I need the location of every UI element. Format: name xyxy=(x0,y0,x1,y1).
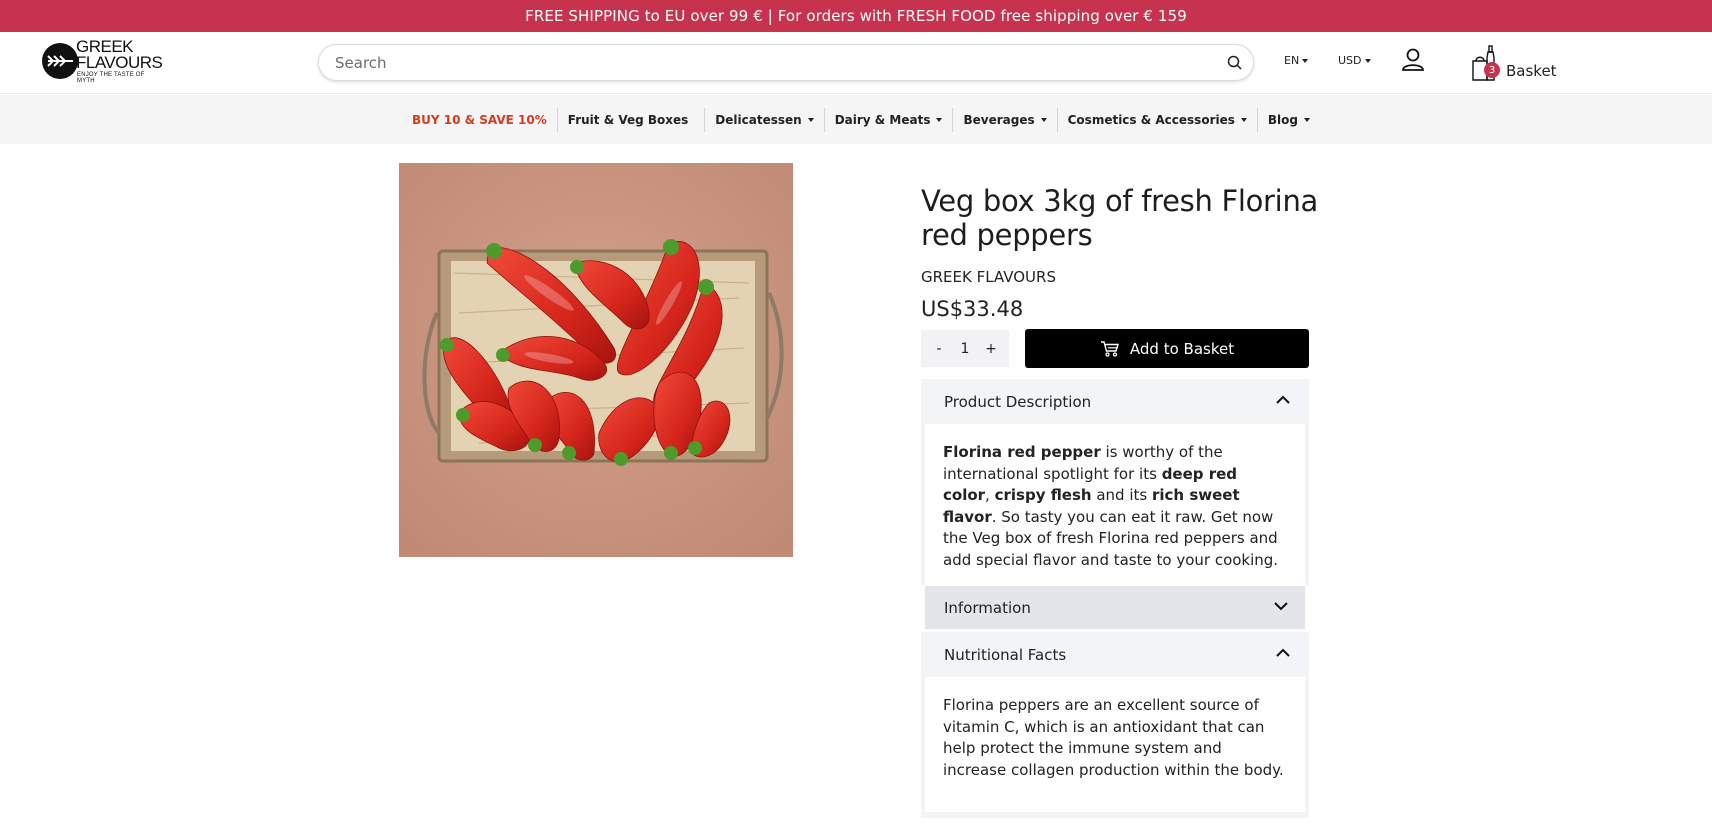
cart-icon xyxy=(1100,340,1119,357)
accordion-information[interactable]: Information xyxy=(925,586,1305,629)
accordion-title: Nutritional Facts xyxy=(944,645,1067,664)
description-text: . So tasty you can eat it raw. Get now t… xyxy=(943,507,1279,569)
accordion-product-description: Product Description Florina red pepper i… xyxy=(921,379,1309,585)
currency-label: USD xyxy=(1338,54,1362,67)
category-nav: BUY 10 & SAVE 10% Fruit & Veg Boxes Deli… xyxy=(0,95,1712,144)
product-image[interactable] xyxy=(399,163,793,557)
accordion-body-description: Florina red pepper is worthy of the inte… xyxy=(925,424,1305,585)
add-to-basket-label: Add to Basket xyxy=(1129,339,1235,358)
accordion-header-nutrition[interactable]: Nutritional Facts xyxy=(921,632,1309,677)
nav-item-beverages[interactable]: Beverages xyxy=(952,107,1056,132)
product-price: US$33.48 xyxy=(921,297,1024,321)
nav-item-delicatessen[interactable]: Delicatessen xyxy=(704,107,823,132)
nav-item-label: Beverages xyxy=(963,112,1035,127)
nav-item-fruit-veg-boxes[interactable]: Fruit & Veg Boxes xyxy=(556,107,699,132)
chevron-down-icon xyxy=(1274,602,1288,611)
caret-down-icon xyxy=(936,117,943,122)
accordion-body-nutrition: Florina peppers are an excellent source … xyxy=(925,677,1305,812)
user-icon[interactable] xyxy=(1400,47,1426,73)
accordion-header-description[interactable]: Product Description xyxy=(921,379,1309,424)
caret-down-icon xyxy=(1364,58,1371,63)
quantity-decrease-button[interactable]: - xyxy=(927,341,951,357)
accordion-title: Product Description xyxy=(944,392,1092,411)
nav-item-blog[interactable]: Blog xyxy=(1256,107,1320,132)
quantity-value[interactable]: 1 xyxy=(953,341,977,357)
basket-label: Basket xyxy=(1506,62,1557,80)
logo[interactable]: GREEK FLAVOURS ENJOY THE TASTE OF MYTH xyxy=(42,38,163,84)
description-highlight: Florina red pepper xyxy=(943,443,1101,461)
language-dropdown[interactable]: EN xyxy=(1284,54,1309,67)
caret-down-icon xyxy=(807,117,814,122)
add-to-basket-button[interactable]: Add to Basket xyxy=(1025,329,1309,368)
basket-icon: 3 xyxy=(1470,44,1500,82)
nav-item-label: Blog xyxy=(1267,112,1298,127)
chevron-up-icon xyxy=(1276,648,1290,657)
product-title: Veg box 3kg of fresh Florina red peppers xyxy=(921,184,1318,252)
basket-button[interactable]: 3 Basket xyxy=(1470,42,1557,82)
currency-dropdown[interactable]: USD xyxy=(1338,54,1371,67)
promo-text: FREE SHIPPING to EU over 99 € | For orde… xyxy=(525,7,1187,25)
accordion-title: Information xyxy=(944,598,1031,617)
caret-down-icon xyxy=(1303,117,1310,122)
logo-mark-icon xyxy=(42,43,78,79)
nav-item-dairy-meats[interactable]: Dairy & Meats xyxy=(823,107,953,132)
logo-line2: FLAVOURS xyxy=(76,53,163,72)
search-input[interactable] xyxy=(335,45,1215,80)
caret-down-icon xyxy=(1302,58,1309,63)
description-text: , xyxy=(985,486,995,504)
nav-item-label: Fruit & Veg Boxes xyxy=(567,112,689,127)
nav-item-label: Delicatessen xyxy=(715,112,802,127)
search-icon[interactable] xyxy=(1226,54,1243,71)
nav-item-label: BUY 10 & SAVE 10% xyxy=(412,112,547,127)
description-highlight: crispy flesh xyxy=(994,486,1092,504)
nav-item-buy10-save10[interactable]: BUY 10 & SAVE 10% xyxy=(402,108,557,132)
nav-item-label: Dairy & Meats xyxy=(834,112,931,127)
promo-bar: FREE SHIPPING to EU over 99 € | For orde… xyxy=(0,0,1712,32)
basket-count-badge: 3 xyxy=(1484,62,1500,78)
caret-down-icon xyxy=(1240,117,1247,122)
product-brand[interactable]: GREEK FLAVOURS xyxy=(921,268,1056,286)
description-text: and its xyxy=(1091,486,1152,504)
quantity-stepper: - 1 + xyxy=(921,330,1009,367)
accordion-nutritional-facts: Nutritional Facts Florina peppers are an… xyxy=(921,632,1309,818)
nav-item-cosmetics-accessories[interactable]: Cosmetics & Accessories xyxy=(1056,107,1257,132)
nav-item-label: Cosmetics & Accessories xyxy=(1067,112,1235,127)
chevron-up-icon xyxy=(1276,395,1290,404)
logo-tagline: ENJOY THE TASTE OF MYTH xyxy=(77,72,145,84)
language-label: EN xyxy=(1284,54,1300,67)
site-header: GREEK FLAVOURS ENJOY THE TASTE OF MYTH E… xyxy=(0,32,1712,94)
quantity-increase-button[interactable]: + xyxy=(979,341,1003,357)
caret-down-icon xyxy=(1040,117,1047,122)
search-box xyxy=(318,44,1254,81)
